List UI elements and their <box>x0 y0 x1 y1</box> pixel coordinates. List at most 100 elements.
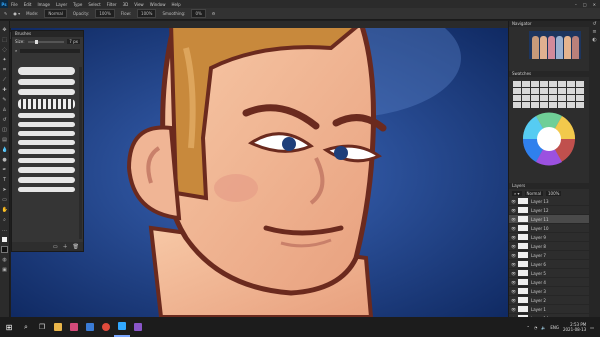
visibility-eye-icon[interactable]: 👁 <box>511 235 516 240</box>
hand-tool-icon[interactable]: ✋ <box>2 207 8 213</box>
swatch-cell[interactable] <box>531 88 539 94</box>
search-icon[interactable]: ⌕ <box>18 317 34 337</box>
taskbar-app-icon[interactable] <box>130 317 146 337</box>
brush-size-slider[interactable] <box>27 39 65 44</box>
swatch-cell[interactable] <box>540 102 548 108</box>
background-color-swatch[interactable] <box>1 246 8 253</box>
menu-file[interactable]: File <box>8 2 21 7</box>
gradient-tool-icon[interactable]: ▤ <box>2 137 8 143</box>
marquee-tool-icon[interactable]: ⬚ <box>2 37 8 43</box>
history-brush-tool-icon[interactable]: ↺ <box>2 117 8 123</box>
quick-mask-icon[interactable]: ◍ <box>2 257 8 263</box>
swatch-cell[interactable] <box>567 88 575 94</box>
swatch-cell[interactable] <box>576 81 584 87</box>
move-tool-icon[interactable]: ✥ <box>2 27 8 33</box>
dodge-tool-icon[interactable]: ● <box>2 157 8 163</box>
brush-preset-picker[interactable]: ● ▾ <box>13 11 20 16</box>
history-icon[interactable]: ↺ <box>589 21 600 29</box>
pen-tool-icon[interactable]: ✒ <box>2 167 8 173</box>
brush-preset[interactable] <box>18 122 75 127</box>
healing-tool-icon[interactable]: ✚ <box>2 87 8 93</box>
menu-layer[interactable]: Layer <box>53 2 70 7</box>
brush-preset[interactable] <box>18 113 75 118</box>
visibility-eye-icon[interactable]: 👁 <box>511 253 516 258</box>
swatch-cell[interactable] <box>549 81 557 87</box>
swatch-cell[interactable] <box>522 81 530 87</box>
properties-icon[interactable]: ≡ <box>589 29 600 37</box>
layer-row[interactable]: 👁 Layer 6 <box>509 260 600 269</box>
new-brush-plus-icon[interactable]: ＋ <box>63 243 68 250</box>
menu-image[interactable]: Image <box>34 2 53 7</box>
foreground-color-swatch[interactable] <box>2 237 7 242</box>
swatch-cell[interactable] <box>522 102 530 108</box>
swatch-cell[interactable] <box>558 81 566 87</box>
zoom-tool-icon[interactable]: ⌕ <box>2 217 8 223</box>
brush-preset[interactable] <box>18 187 75 192</box>
shape-tool-icon[interactable]: ▭ <box>2 197 8 203</box>
chevron-up-icon[interactable]: ⌃ <box>527 325 530 330</box>
swatch-cell[interactable] <box>531 95 539 101</box>
document-canvas[interactable] <box>11 28 508 317</box>
language-indicator[interactable]: ENG <box>550 325 559 330</box>
swatch-grid[interactable] <box>513 81 584 108</box>
brush-search-field[interactable] <box>20 48 80 53</box>
swatch-cell[interactable] <box>513 95 521 101</box>
brush-tool-icon[interactable]: ✎ <box>4 11 7 16</box>
swatch-cell[interactable] <box>531 102 539 108</box>
visibility-eye-icon[interactable]: 👁 <box>511 307 516 312</box>
layer-row[interactable]: 👁 Layer 12 <box>509 206 600 215</box>
brush-list-scrollbar[interactable] <box>79 67 82 239</box>
tab-swatches[interactable]: Swatches <box>512 71 531 77</box>
delete-trash-icon[interactable]: 🗑 <box>73 244 79 250</box>
close-icon[interactable]: ✕ <box>593 2 596 7</box>
layer-row[interactable]: 👁 Layer 2 <box>509 296 600 305</box>
taskbar-store-icon[interactable] <box>82 317 98 337</box>
brush-preset[interactable] <box>18 89 75 95</box>
swatch-cell[interactable] <box>549 102 557 108</box>
brush-size-value[interactable]: 7 px <box>67 39 80 44</box>
brush-preset[interactable] <box>18 79 75 85</box>
visibility-eye-icon[interactable]: 👁 <box>511 262 516 267</box>
blend-mode-select[interactable]: Normal <box>524 190 544 196</box>
settings-gear-icon[interactable]: ⚙ <box>212 11 216 16</box>
lasso-tool-icon[interactable]: ◌ <box>2 47 8 53</box>
swatch-cell[interactable] <box>513 102 521 108</box>
eraser-tool-icon[interactable]: ◫ <box>2 127 8 133</box>
opacity-field[interactable]: 100% <box>95 9 115 18</box>
menu-edit[interactable]: Edit <box>21 2 35 7</box>
visibility-eye-icon[interactable]: 👁 <box>511 199 516 204</box>
menu-type[interactable]: Type <box>70 2 85 7</box>
swatch-cell[interactable] <box>576 88 584 94</box>
menu-window[interactable]: Window <box>147 2 169 7</box>
path-select-tool-icon[interactable]: ➤ <box>2 187 8 193</box>
quick-select-tool-icon[interactable]: ✦ <box>2 57 8 63</box>
eyedropper-tool-icon[interactable]: ⟋ <box>2 77 8 83</box>
taskbar-chrome-icon[interactable] <box>98 317 114 337</box>
menu-3d[interactable]: 3D <box>120 2 132 7</box>
visibility-eye-icon[interactable]: 👁 <box>511 244 516 249</box>
task-view-icon[interactable]: ❐ <box>34 317 50 337</box>
screen-mode-icon[interactable]: ▣ <box>2 267 8 273</box>
swatch-cell[interactable] <box>567 102 575 108</box>
clock[interactable]: 2:53 PM 2021-08-13 <box>563 322 586 332</box>
layer-row[interactable]: 👁 Layer 9 <box>509 233 600 242</box>
swatch-cell[interactable] <box>513 81 521 87</box>
layer-row[interactable]: 👁 Layer 4 <box>509 278 600 287</box>
brush-preset[interactable] <box>18 67 75 75</box>
layer-row[interactable]: 👁 Layer 8 <box>509 242 600 251</box>
swatch-cell[interactable] <box>522 95 530 101</box>
layer-row[interactable]: 👁 Layer 13 <box>509 197 600 206</box>
layer-row[interactable]: 👁 Layer 3 <box>509 287 600 296</box>
more-tools-icon[interactable]: … <box>2 227 8 233</box>
swatch-cell[interactable] <box>567 95 575 101</box>
swatch-cell[interactable] <box>522 88 530 94</box>
brush-preset[interactable] <box>18 131 75 136</box>
notification-icon[interactable]: ▭ <box>590 325 594 330</box>
menu-filter[interactable]: Filter <box>104 2 120 7</box>
visibility-eye-icon[interactable]: 👁 <box>511 208 516 213</box>
layer-kind-filter[interactable]: ⌕ ▾ <box>512 190 522 196</box>
tab-layers[interactable]: Layers <box>512 183 525 189</box>
swatch-cell[interactable] <box>540 88 548 94</box>
menu-view[interactable]: View <box>131 2 147 7</box>
flow-field[interactable]: 100% <box>137 9 157 18</box>
